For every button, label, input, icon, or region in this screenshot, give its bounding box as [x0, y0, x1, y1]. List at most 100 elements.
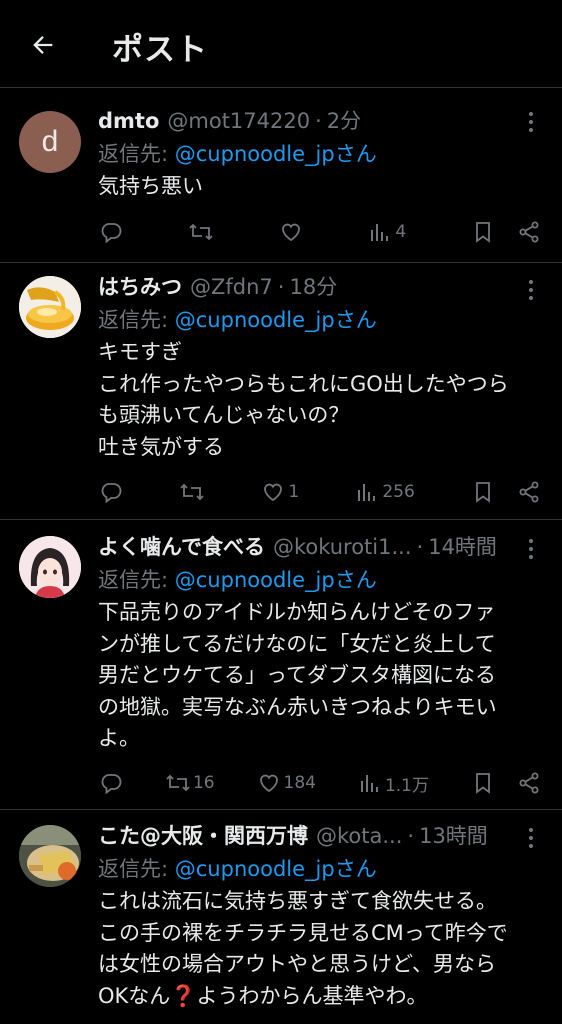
avatar[interactable] [19, 276, 81, 338]
reply-to-line: 返信先: @cupnoodle_jpさん [98, 852, 544, 886]
repost-button[interactable] [179, 479, 205, 505]
views-chart-icon [367, 219, 393, 245]
user-handle[interactable]: @kokuroti1... [273, 531, 412, 563]
reply-button[interactable] [98, 219, 124, 245]
reply-mention-link[interactable]: @cupnoodle_jpさん [175, 568, 377, 592]
reply-mention-link[interactable]: @cupnoodle_jpさん [175, 308, 377, 332]
more-options-button[interactable] [516, 534, 546, 564]
like-button[interactable] [278, 219, 304, 245]
share-icon [516, 479, 542, 505]
share-button[interactable] [516, 219, 542, 245]
page-title: ポスト [112, 32, 208, 68]
repost-icon [165, 770, 191, 796]
more-vertical-icon [529, 539, 533, 559]
top-bar: ポスト [0, 0, 562, 88]
repost-icon [188, 219, 214, 245]
post-time[interactable]: 13時間 [419, 820, 488, 852]
separator-dot: · [407, 824, 415, 848]
bookmark-icon [470, 770, 496, 796]
views-button[interactable]: 4 [367, 219, 406, 245]
display-name[interactable]: はちみつ [98, 271, 182, 303]
back-button[interactable] [24, 26, 62, 64]
bookmark-button[interactable] [470, 770, 496, 796]
separator-dot: · [315, 109, 322, 133]
reply-post[interactable]: はちみつ @Zfdn7 · 18分 返信先: @cupnoodle_jpさん キ… [0, 263, 562, 520]
separator-dot: · [416, 535, 424, 559]
reply-prefix: 返信先: [98, 568, 175, 592]
avatar-letter: d [41, 125, 59, 158]
honey-avatar-image [19, 276, 81, 338]
repost-button[interactable] [188, 219, 214, 245]
post-text: 気持ち悪い [98, 174, 203, 198]
display-name[interactable]: dmto [98, 105, 159, 137]
share-button[interactable] [516, 770, 542, 796]
views-chart-icon [357, 770, 383, 796]
reply-icon [98, 219, 124, 245]
avatar[interactable] [19, 536, 81, 598]
reply-prefix: 返信先: [98, 308, 175, 332]
action-bar: 4 [98, 217, 542, 247]
action-bar: 1 256 [98, 477, 542, 507]
reply-post[interactable]: こた@大阪・関西万博 @kota... · 13時間 返信先: @cupnood… [0, 811, 562, 1024]
views-chart-icon [354, 479, 380, 505]
views-button[interactable]: 1.1万 [357, 770, 429, 796]
reply-post[interactable]: d dmto @mot174220 · 2分 返信先: @cupnoodle_j… [0, 89, 562, 263]
repost-count: 16 [192, 773, 215, 793]
food-photo-avatar-image [19, 825, 81, 887]
heart-icon [256, 770, 282, 796]
display-name[interactable]: こた@大阪・関西万博 [98, 820, 308, 852]
reply-prefix: 返信先: [98, 857, 175, 881]
user-handle[interactable]: @Zfdn7 [190, 271, 273, 303]
reply-mention-link[interactable]: @cupnoodle_jpさん [175, 857, 377, 881]
like-button[interactable]: 184 [256, 770, 316, 796]
post-time[interactable]: 2分 [327, 105, 361, 137]
user-handle[interactable]: @mot174220 [167, 105, 310, 137]
post-text: キモすぎ これ作ったやつらもこれにGO出したやつら も頭沸いてんじゃないの？ 吐… [98, 340, 509, 459]
action-bar: 16 184 1.1万 [98, 768, 542, 798]
like-count: 1 [288, 482, 300, 502]
post-header: こた@大阪・関西万博 @kota... · 13時間 [98, 820, 510, 852]
reply-to-line: 返信先: @cupnoodle_jpさん [98, 563, 544, 597]
share-icon [516, 219, 542, 245]
heart-icon [278, 219, 304, 245]
views-button[interactable]: 256 [354, 479, 415, 505]
views-count: 256 [382, 482, 415, 502]
views-count: 4 [395, 222, 407, 242]
share-icon [516, 770, 542, 796]
bookmark-icon [470, 219, 496, 245]
like-count: 184 [283, 773, 316, 793]
reply-to-line: 返信先: @cupnoodle_jpさん [98, 303, 544, 337]
display-name[interactable]: よく噛んで食べる [98, 531, 265, 563]
bookmark-button[interactable] [470, 479, 496, 505]
like-button[interactable]: 1 [260, 479, 299, 505]
views-count: 1.1万 [384, 775, 429, 796]
repost-icon [179, 479, 205, 505]
reply-post[interactable]: よく噛んで食べる @kokuroti1... · 14時間 返信先: @cupn… [0, 520, 562, 810]
post-time[interactable]: 14時間 [428, 531, 497, 563]
repost-button[interactable]: 16 [165, 770, 215, 796]
bookmark-button[interactable] [470, 219, 496, 245]
bookmark-icon [470, 479, 496, 505]
share-button[interactable] [516, 479, 542, 505]
reply-button[interactable] [98, 479, 124, 505]
post-header: はちみつ @Zfdn7 · 18分 [98, 271, 544, 303]
post-text: 下品売りのアイドルか知らんけどそのファ ンが推してるだけなのに「女だと炎上して … [98, 600, 497, 750]
reply-mention-link[interactable]: @cupnoodle_jpさん [175, 142, 377, 166]
more-options-button[interactable] [516, 823, 546, 853]
post-header: よく噛んで食べる @kokuroti1... · 14時間 [98, 531, 510, 563]
post-time[interactable]: 18分 [289, 271, 337, 303]
reply-icon [98, 770, 124, 796]
more-vertical-icon [529, 828, 533, 848]
separator-dot: · [277, 275, 285, 299]
avatar[interactable] [19, 825, 81, 887]
arrow-left-icon [33, 36, 53, 54]
post-text: これは流石に気持ち悪すぎて食欲失せる。 この手の裸をチラチラ見せるCMって昨今で… [98, 889, 508, 1008]
avatar[interactable]: d [19, 111, 81, 173]
reply-prefix: 返信先: [98, 142, 175, 166]
anime-girl-avatar-image [19, 536, 81, 598]
reply-to-line: 返信先: @cupnoodle_jpさん [98, 137, 544, 171]
heart-icon [260, 479, 286, 505]
user-handle[interactable]: @kota... [316, 820, 402, 852]
post-header: dmto @mot174220 · 2分 [98, 105, 544, 137]
reply-button[interactable] [98, 770, 124, 796]
